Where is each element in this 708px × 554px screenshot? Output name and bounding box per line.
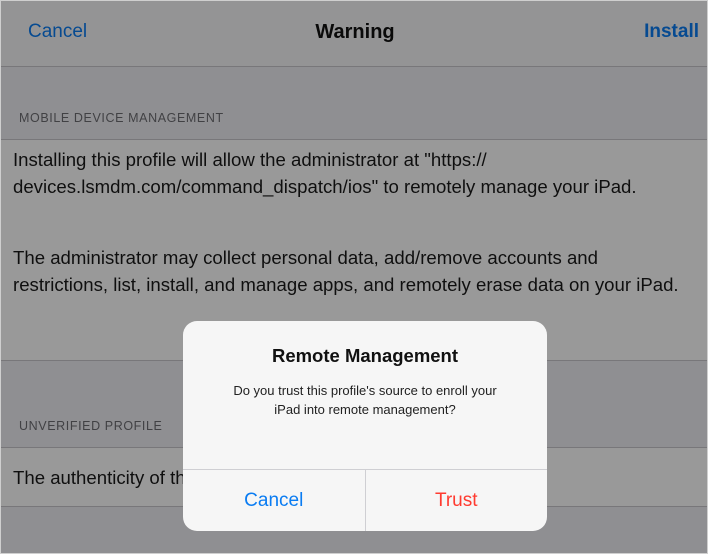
alert-button-row: Cancel Trust bbox=[183, 469, 547, 531]
screen: Cancel Warning Install MOBILE DEVICE MAN… bbox=[0, 0, 708, 554]
remote-management-alert: Remote Management Do you trust this prof… bbox=[183, 321, 547, 531]
alert-trust-button[interactable]: Trust bbox=[366, 470, 548, 531]
alert-cancel-button[interactable]: Cancel bbox=[183, 470, 366, 531]
alert-title: Remote Management bbox=[271, 345, 459, 366]
alert-message: Do you trust this profile's source to en… bbox=[233, 383, 497, 417]
